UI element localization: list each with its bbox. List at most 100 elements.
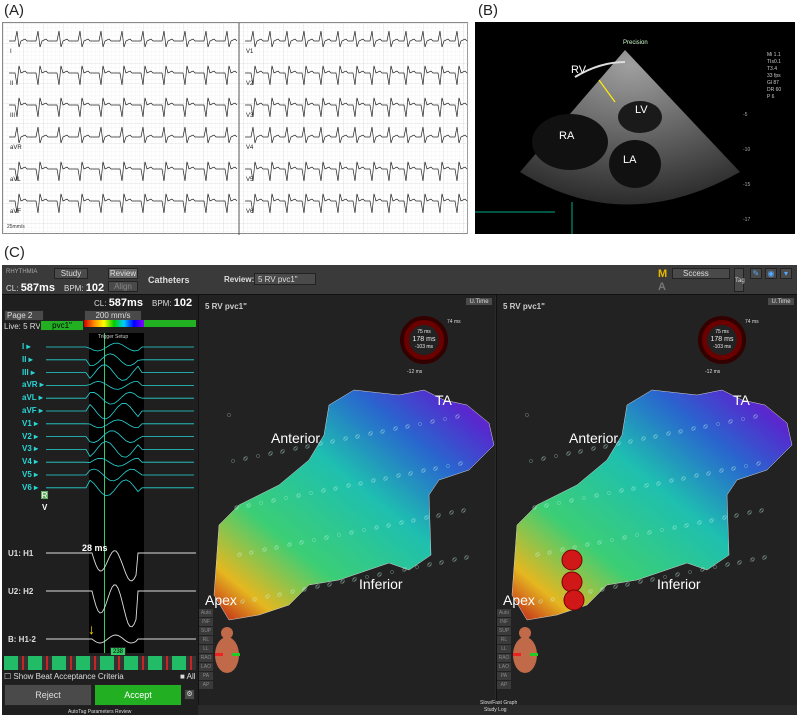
lane-trace: [46, 342, 194, 352]
panel-label-c: (C): [4, 244, 25, 261]
ecg-lead-label: aVL: [10, 177, 21, 183]
lane-trace: [46, 419, 194, 429]
study-dropdown[interactable]: Study: [54, 268, 88, 279]
view-button-sup[interactable]: SUP: [497, 627, 511, 635]
view-button-inf[interactable]: INF: [199, 618, 213, 626]
map-label-inferior: Inferior: [359, 576, 403, 592]
view-button-inf[interactable]: INF: [497, 618, 511, 626]
review-label: Review:: [224, 275, 255, 284]
view-button-pa[interactable]: PA: [199, 672, 213, 680]
intracardiac-trace: [46, 634, 196, 644]
electrode-point: [256, 454, 260, 458]
heart-surface: [511, 389, 793, 621]
success-select[interactable]: Sccess: [672, 268, 730, 279]
utime-select-right[interactable]: U.Time: [767, 297, 795, 306]
activation-map-left: 75 ms178 ms-103 ms 74 ms -12 ms TA Anterior I…: [205, 316, 495, 673]
ablation-lesion: [563, 589, 585, 611]
accept-button[interactable]: Accept: [94, 684, 182, 706]
ecg-lead-label: V5: [246, 177, 254, 183]
map-label-ta: TA: [733, 392, 751, 408]
view-button-rao[interactable]: RAO: [199, 654, 213, 662]
yellow-arrow-icon: ↓: [88, 621, 95, 637]
channel-u2: U2: H2: [8, 587, 34, 596]
view-button-pa[interactable]: PA: [497, 672, 511, 680]
echo-info-item: DR 60: [767, 87, 782, 93]
review-button[interactable]: Review: [108, 268, 138, 279]
activation-map-right: 75 ms178 ms-103 ms 74 ms -12 ms TA Anterior I…: [503, 316, 793, 673]
ecg-lead-label: V4: [246, 145, 254, 151]
view-button-sup[interactable]: SUP: [199, 627, 213, 635]
footer-center-2: Study Log: [484, 707, 507, 713]
review-select[interactable]: 5 RV pvc1": [254, 273, 316, 285]
dial-left: -12 ms: [705, 369, 721, 375]
toolbar-icon-1[interactable]: ✎: [750, 268, 762, 279]
electrode-point: [554, 454, 558, 458]
map-label-anterior: Anterior: [271, 430, 320, 446]
map-label-ta: TA: [435, 392, 453, 408]
reject-button[interactable]: Reject: [4, 684, 92, 706]
bpm-value-top: 102: [85, 282, 105, 294]
settings-icon[interactable]: ⚙: [184, 689, 195, 700]
catheters-menu[interactable]: Catheters: [148, 275, 190, 285]
echo-info-item: T3.4: [767, 66, 778, 72]
view-button-rao[interactable]: RAO: [497, 654, 511, 662]
cl-label-top: CL: 587ms: [6, 282, 55, 294]
echo-label-lv: LV: [635, 104, 648, 116]
dial-right: 74 ms: [447, 319, 461, 325]
map-view-left: 75 ms 178 ms -103 ms 74 ms -12 ms TA Anterior I…: [198, 295, 495, 705]
map-title-right: 5 RV pvc1": [503, 302, 545, 311]
torso-icon: [215, 627, 240, 673]
tag-tab[interactable]: Tag: [734, 268, 745, 292]
align-button[interactable]: Align: [108, 281, 138, 292]
show-beat-checkbox[interactable]: ☐ Show Beat Acceptance Criteria: [4, 672, 124, 681]
view-button-ap[interactable]: AP: [497, 681, 511, 689]
electrode-point: [688, 570, 692, 574]
channel-u1: U1: H1: [8, 549, 34, 558]
dial-bottom: -103 ms: [713, 344, 732, 350]
dial-right: 74 ms: [745, 319, 759, 325]
app-toolbar: RHYTHMIA Study Review Align CL: 587ms BP…: [2, 265, 797, 295]
echo-label-rv: RV: [571, 64, 587, 76]
view-button-lao[interactable]: LAO: [497, 663, 511, 671]
view-button-ll[interactable]: LL: [497, 645, 511, 653]
echo-depth-mark: -10: [743, 147, 751, 153]
a-letter: A: [658, 281, 666, 293]
utime-select-left[interactable]: U.Time: [465, 297, 493, 306]
view-button-lao[interactable]: LAO: [199, 663, 213, 671]
torso-icon: [513, 627, 538, 673]
timeline-bars: [4, 656, 196, 670]
dial-center: 178 ms: [711, 336, 734, 343]
timing-dial: 75 ms178 ms-103 ms 74 ms -12 ms: [400, 316, 461, 375]
ecg-lead-label: aVR: [10, 145, 22, 151]
view-button-ll[interactable]: LL: [199, 645, 213, 653]
view-button-auto[interactable]: Auto: [497, 609, 511, 617]
show-beat-label: Show Beat Acceptance Criteria: [13, 672, 124, 681]
heart-surface: [213, 389, 495, 621]
echo-brand: Precision: [623, 40, 648, 46]
all-checkbox[interactable]: ■ All: [180, 672, 196, 681]
lane-trace: [46, 380, 194, 390]
dial-bottom: -103 ms: [415, 344, 434, 350]
rhythmia-app: RHYTHMIA Study Review Align CL: 587ms BP…: [2, 265, 797, 715]
view-button-ap[interactable]: AP: [199, 681, 213, 689]
lane-trace: [46, 479, 194, 497]
m-letter: M: [658, 268, 668, 280]
toolbar-icon-2[interactable]: ◉: [765, 268, 777, 279]
map-label-inferior: Inferior: [657, 576, 701, 592]
map-view-right: 75 ms 178 ms -103 ms 74 ms -12 ms TA Anterior I…: [496, 295, 797, 705]
ecg-grid: I V1II V2III V3aVR V4aVL V5aVF V6 25mm/s: [3, 23, 469, 235]
view-button-auto[interactable]: Auto: [199, 609, 213, 617]
echo-depth-mark: -15: [743, 182, 751, 188]
view-button-rl[interactable]: RL: [497, 636, 511, 644]
ecg-lane-traces: [46, 342, 196, 644]
echo-info-item: Gl 87: [767, 80, 779, 86]
bpm-label-top: BPM: 102: [64, 282, 105, 294]
toolbar-icon-3[interactable]: ▾: [780, 268, 792, 279]
ecg-lead-label: III: [10, 113, 15, 119]
map-title-left: 5 RV pvc1": [205, 302, 247, 311]
view-button-rl[interactable]: RL: [199, 636, 213, 644]
lane-trace: [46, 364, 194, 381]
map-label-apex: Apex: [205, 592, 237, 608]
lane-trace: [46, 391, 194, 405]
echo-image: Precision RV LV RA LA Mi 1.1 TIs0.1 T3.4 33…: [475, 22, 795, 234]
